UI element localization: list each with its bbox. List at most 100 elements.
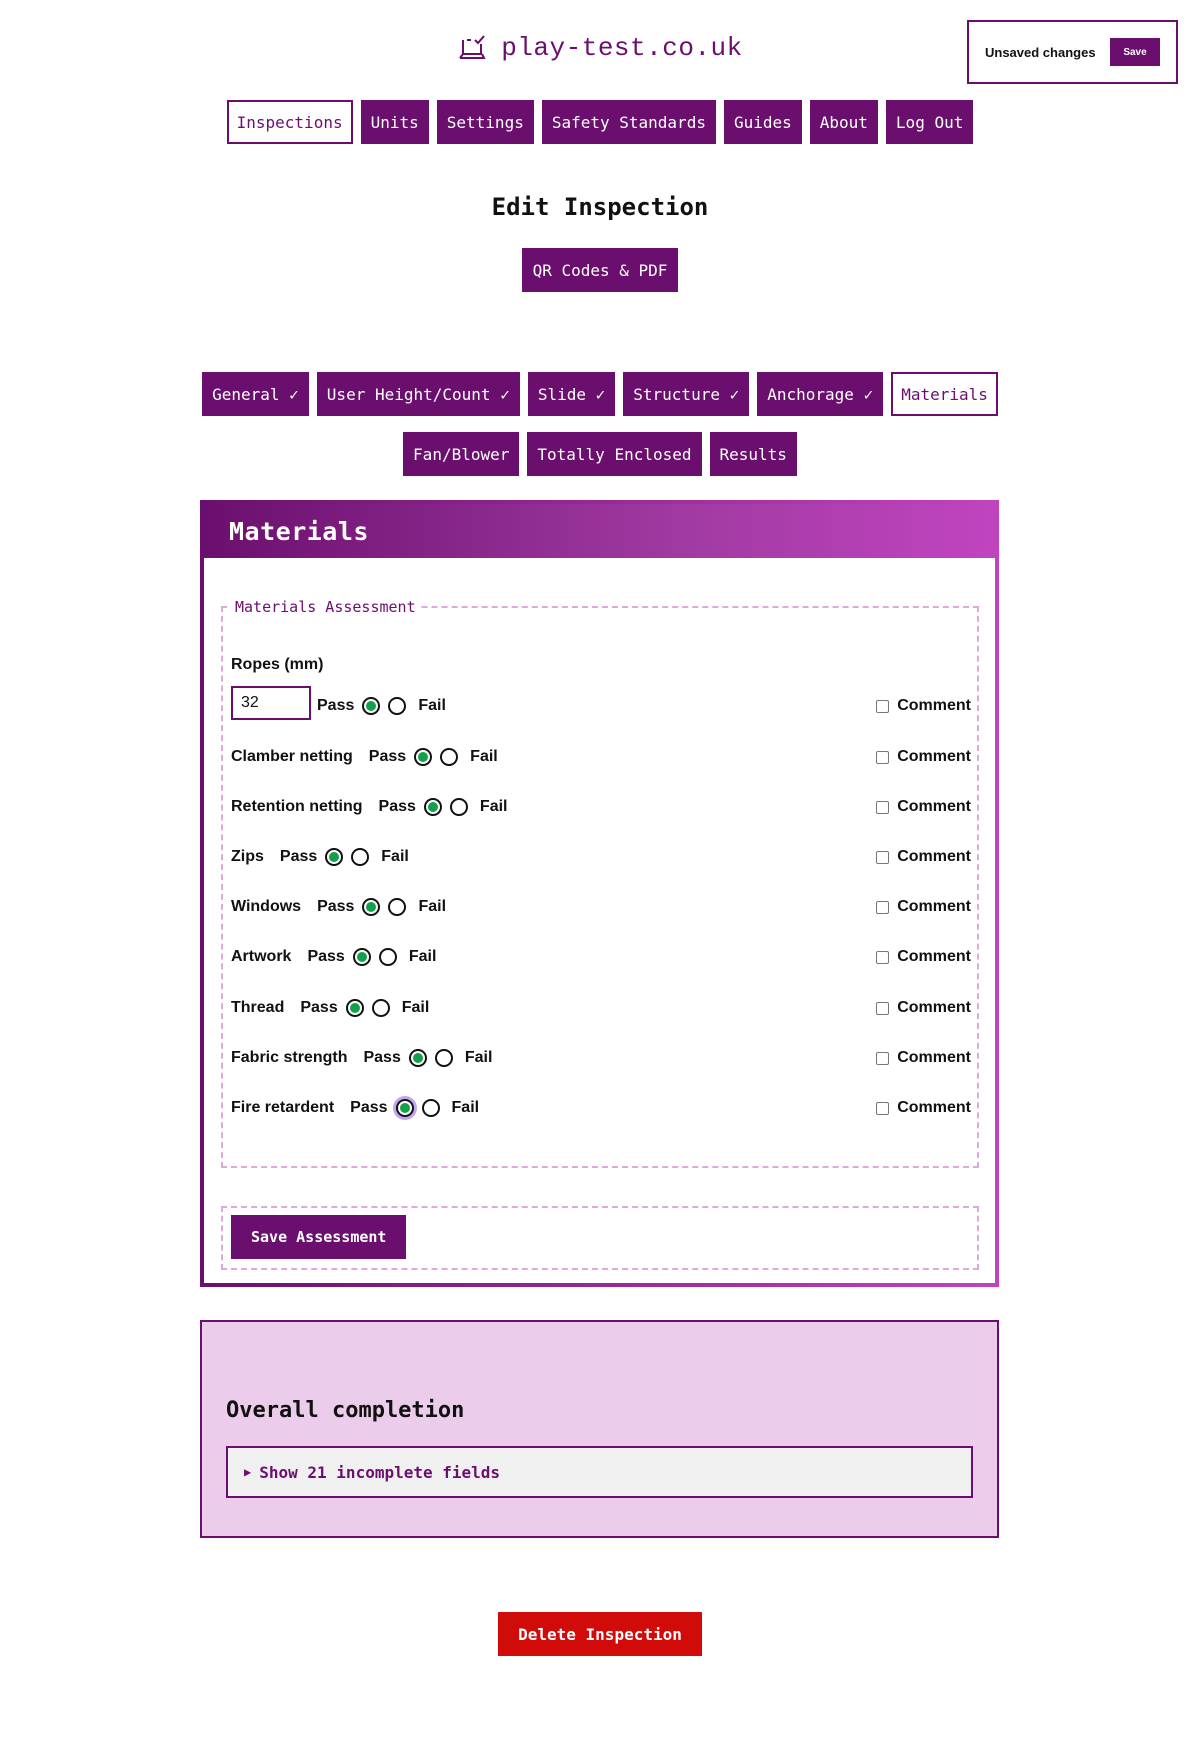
comment-toggle[interactable]: Comment [876,1093,971,1123]
unsaved-save-button[interactable]: Save [1110,38,1160,66]
comment-toggle[interactable]: Comment [876,892,971,922]
unsaved-changes-banner: Unsaved changes Save [967,20,1178,84]
comment-toggle[interactable]: Comment [876,1043,971,1073]
tab-results[interactable]: Results [709,432,797,476]
pass-label: Pass [368,748,407,765]
fail-radio[interactable] [449,798,468,816]
site-name: play-test.co.uk [501,33,743,63]
unsaved-changes-text: Unsaved changes [985,44,1096,60]
comment-toggle[interactable]: Comment [876,942,971,972]
comment-label: Comment [897,798,971,815]
fail-radio[interactable] [351,848,370,866]
tab-user-height-count[interactable]: User Height/Count ✓ [316,372,520,416]
comment-checkbox[interactable] [876,699,890,713]
pass-label: Pass [307,948,345,965]
assessment-row-label: Fire retardent [231,1099,335,1116]
comment-checkbox[interactable] [876,900,890,914]
fail-label: Fail [479,798,508,815]
tab-fan-blower[interactable]: Fan/Blower [403,432,520,476]
fail-label: Fail [470,748,498,765]
tab-anchorage[interactable]: Anchorage ✓ [757,372,884,416]
pass-radio[interactable] [414,748,433,766]
page-title: Edit Inspection [491,193,709,221]
pass-radio[interactable] [408,1049,427,1067]
nav-safety-standards[interactable]: Safety Standards [541,100,716,144]
pass-radio[interactable] [325,848,344,866]
incomplete-fields-toggle[interactable]: ▶ Show 21 incomplete fields [226,1446,973,1498]
tab-totally-enclosed[interactable]: Totally Enclosed [527,432,702,476]
nav-about[interactable]: About [809,100,878,144]
fail-label: Fail [418,697,446,714]
save-assessment-button[interactable]: Save Assessment [231,1215,407,1259]
clipboard-check-icon [459,35,486,59]
qr-codes-pdf-button[interactable]: QR Codes & PDF [521,248,679,292]
fail-label: Fail [381,848,409,865]
assessment-row-label: Retention netting [231,798,363,815]
tab-general[interactable]: General ✓ [202,372,309,416]
assessment-row-label: Thread [231,999,285,1016]
fail-radio[interactable] [378,948,397,966]
fail-radio[interactable] [388,898,407,916]
comment-checkbox[interactable] [876,950,890,964]
ropes-label: Ropes (mm) [231,656,324,673]
pass-label: Pass [350,1099,388,1116]
assessment-row: Pass Fail Comment [231,691,971,721]
overall-completion-title: Overall completion [226,1398,465,1423]
tab-structure[interactable]: Structure ✓ [623,372,750,416]
comment-label: Comment [897,948,971,965]
comment-label: Comment [897,697,971,714]
assessment-row: Fire retardent Pass Fail Comment [231,1093,971,1123]
pass-label: Pass [317,898,355,915]
pass-radio[interactable] [423,798,442,816]
assessment-row: Zips Pass Fail Comment [231,842,971,872]
pass-radio[interactable] [362,898,381,916]
fail-radio[interactable] [388,697,407,715]
fail-radio[interactable] [371,999,390,1017]
nav-units[interactable]: Units [360,100,429,144]
assessment-row-label: Zips [231,848,264,865]
comment-label: Comment [897,1049,971,1066]
comment-toggle[interactable]: Comment [876,792,971,822]
assessment-row: Retention netting Pass Fail Comment [231,792,971,822]
nav-guides[interactable]: Guides [723,100,802,144]
comment-checkbox[interactable] [876,1001,890,1015]
nav-log-out[interactable]: Log Out [885,100,974,144]
comment-checkbox[interactable] [876,800,890,814]
comment-checkbox[interactable] [876,750,890,764]
materials-title: Materials [229,516,369,546]
comment-toggle[interactable]: Comment [876,742,971,772]
pass-radio[interactable] [352,948,371,966]
fail-radio[interactable] [440,748,459,766]
pass-radio[interactable] [362,697,381,715]
pass-label: Pass [363,1049,401,1066]
fail-label: Fail [408,948,437,965]
materials-card-header: Materials [204,504,995,558]
delete-inspection-button[interactable]: Delete Inspection [498,1612,702,1656]
assessment-row: Artwork Pass Fail Comment [231,942,971,972]
comment-label: Comment [897,848,971,865]
inspection-tabs: General ✓ User Height/Count ✓ Slide ✓ St… [0,372,1200,476]
assessment-row-label: Fabric strength [231,1049,348,1066]
fail-label: Fail [451,1099,480,1116]
comment-checkbox[interactable] [876,1051,890,1065]
incomplete-fields-text: Show 21 incomplete fields [259,1462,501,1482]
pass-label: Pass [279,848,318,865]
pass-radio[interactable] [395,1099,414,1117]
assessment-row-label: Artwork [231,948,292,965]
nav-inspections[interactable]: Inspections [226,100,353,144]
assessment-row: Fabric strength Pass Fail Comment [231,1043,971,1073]
tab-slide[interactable]: Slide ✓ [527,372,616,416]
comment-label: Comment [897,898,971,915]
materials-assessment-legend: Materials Assessment [235,598,416,616]
fail-radio[interactable] [434,1049,453,1067]
comment-toggle[interactable]: Comment [876,842,971,872]
comment-checkbox[interactable] [876,850,890,864]
fail-label: Fail [418,898,447,915]
tab-materials[interactable]: Materials [891,372,998,416]
comment-checkbox[interactable] [876,1101,890,1115]
comment-toggle[interactable]: Comment [876,691,971,721]
comment-toggle[interactable]: Comment [876,993,971,1023]
nav-settings[interactable]: Settings [436,100,534,144]
pass-radio[interactable] [345,999,364,1017]
fail-radio[interactable] [421,1099,440,1117]
